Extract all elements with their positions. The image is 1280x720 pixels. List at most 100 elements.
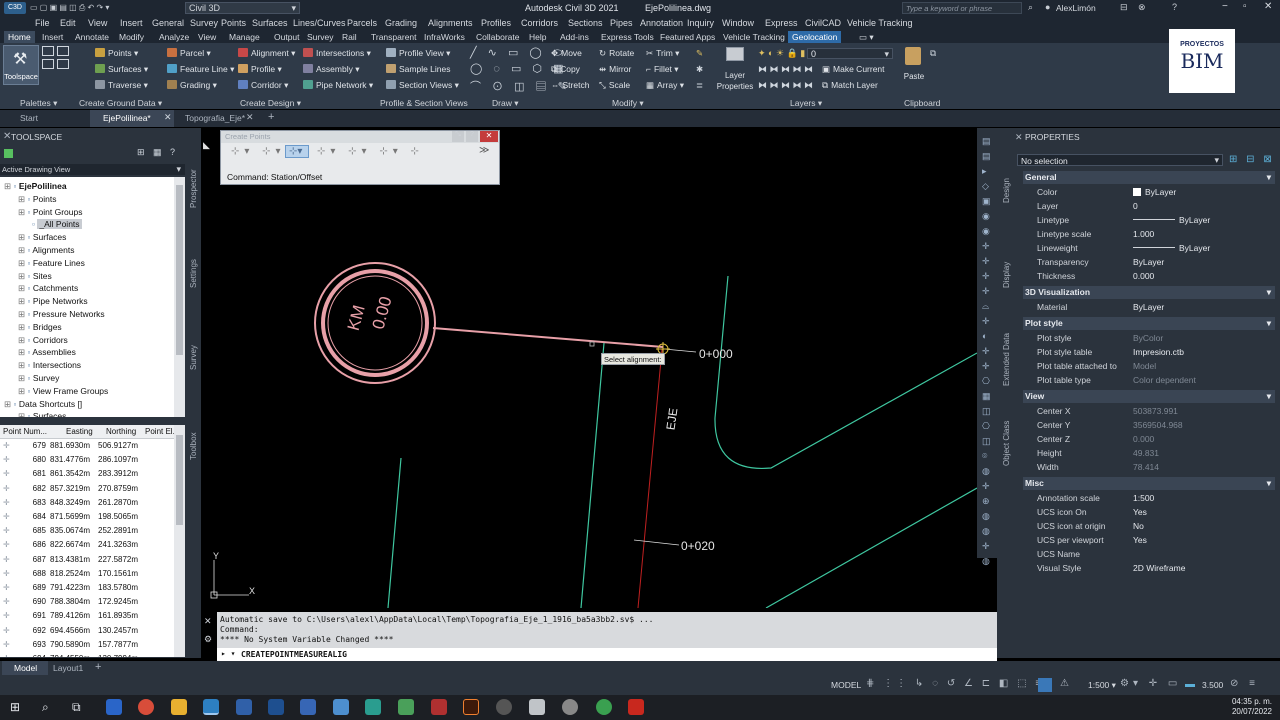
tab-annotate[interactable]: Annotate: [71, 31, 113, 43]
elevation-value[interactable]: 3.500: [1202, 680, 1223, 690]
menu-alignments[interactable]: Alignments: [428, 18, 473, 28]
table-row[interactable]: ✛ 680 831.4776m 286.1097m: [0, 453, 174, 467]
menu-corridors[interactable]: Corridors: [521, 18, 558, 28]
illustrator-app-icon[interactable]: [463, 699, 479, 715]
user-name[interactable]: AlexLimón: [1056, 3, 1096, 13]
draw-group[interactable]: Draw ▾: [492, 98, 518, 109]
menu-parcels[interactable]: Parcels: [347, 18, 377, 28]
match-layer-button[interactable]: ⧉ Match Layer: [822, 80, 878, 91]
tree-item[interactable]: ⊞ ▫ Pressure Networks: [18, 308, 105, 321]
property-row[interactable]: UCS Name: [1023, 547, 1275, 561]
tab-infraworks[interactable]: InfraWorks: [420, 31, 469, 43]
tree-item[interactable]: ⊞ ▫ Alignments: [18, 244, 74, 257]
chevron-down-icon[interactable]: ▾: [1267, 171, 1271, 184]
profile-button[interactable]: Profile ▾: [238, 64, 282, 75]
profile-view-button[interactable]: Profile View ▾: [386, 48, 450, 59]
menu-surfaces[interactable]: Surfaces: [252, 18, 288, 28]
layer-properties-button[interactable]: Layer Properties: [717, 45, 753, 91]
table-row[interactable]: ✛ 686 822.6674m 241.3263m: [0, 538, 174, 552]
table-row[interactable]: ✛ 688 818.2524m 170.1561m: [0, 567, 174, 581]
property-row[interactable]: Height 49.831: [1023, 446, 1275, 460]
tab-toolbox[interactable]: Toolbox: [189, 432, 198, 460]
property-row[interactable]: Plot table attached to Model: [1023, 359, 1275, 373]
ground-data-group[interactable]: Create Ground Data ▾: [79, 98, 162, 109]
tab-topografia[interactable]: Topografia_Eje*: [185, 113, 245, 123]
navisworks-app-icon[interactable]: [268, 699, 284, 715]
recap-app-icon[interactable]: [300, 699, 316, 715]
paste-button[interactable]: Paste: [900, 45, 928, 87]
table-row[interactable]: ✛ 691 789.4126m 161.8935m: [0, 609, 174, 623]
tab-display[interactable]: Display: [1002, 262, 1011, 288]
offset-icon[interactable]: ≣: [696, 80, 703, 91]
expand-icon[interactable]: ≫: [479, 145, 489, 156]
app-icon[interactable]: [529, 699, 545, 715]
search-icon[interactable]: ⌕: [1028, 2, 1033, 13]
pipe-network-button[interactable]: Pipe Network ▾: [303, 80, 373, 91]
design-group[interactable]: Create Design ▾: [240, 98, 301, 109]
table-row[interactable]: ✛ 683 848.3249m 261.2870m: [0, 496, 174, 510]
tree-item[interactable]: ⊞ ▫ Feature Lines: [18, 257, 85, 270]
selection-dropdown[interactable]: No selection ▾: [1017, 154, 1223, 166]
menu-profiles[interactable]: Profiles: [481, 18, 511, 28]
point-creation-tools-2[interactable]: ⊹▾ ⊹▾ ⊹▾ ⊹: [317, 146, 424, 157]
tab-insert[interactable]: Insert: [38, 31, 67, 43]
menu-points[interactable]: Points: [221, 18, 246, 28]
tab-survey[interactable]: Survey: [303, 31, 337, 43]
column-header[interactable]: Point Num...: [3, 427, 47, 436]
section-views-button[interactable]: Section Views ▾: [386, 80, 459, 91]
tab-rail[interactable]: Rail: [338, 31, 361, 43]
property-row[interactable]: Width 78.414: [1023, 460, 1275, 474]
column-header[interactable]: Easting: [66, 427, 93, 436]
edit-pencil-icon[interactable]: ✎: [696, 48, 703, 59]
cart-icon[interactable]: ⊟: [1120, 2, 1128, 13]
modify-group[interactable]: Modify ▾: [612, 98, 644, 109]
property-row[interactable]: Center X 503873.991: [1023, 404, 1275, 418]
tab-analyze[interactable]: Analyze: [155, 31, 193, 43]
menu-edit[interactable]: Edit: [60, 18, 76, 28]
tree-item[interactable]: ⊞ ▫ EjePolilinea: [4, 180, 67, 193]
tree-item[interactable]: ⊞ ▫ Intersections: [18, 359, 81, 372]
ribbon-options-icon[interactable]: ▭ ▾: [855, 31, 878, 43]
tab-layout1[interactable]: Layout1: [53, 663, 83, 673]
create-points-titlebar[interactable]: Create Points ⤡ ? ✕: [221, 131, 499, 143]
table-row[interactable]: ✛ 687 813.4381m 227.5872m: [0, 553, 174, 567]
column-header[interactable]: Northing: [106, 427, 136, 436]
menu-annotation[interactable]: Annotation: [640, 18, 683, 28]
close-icon[interactable]: ✕: [164, 112, 172, 123]
menu-inquiry[interactable]: Inquiry: [687, 18, 714, 28]
tab-ejepolilinea[interactable]: EjePolilinea* ✕: [90, 110, 174, 127]
command-input[interactable]: ▸ ▾ CREATEPOINTMEASUREALIG: [217, 648, 997, 661]
tab-view[interactable]: View: [194, 31, 220, 43]
quick-select-icons[interactable]: ⊞ ⊟ ⊠: [1229, 154, 1275, 165]
menu-pipes[interactable]: Pipes: [610, 18, 633, 28]
annotation-scale[interactable]: 1:500 ▾: [1088, 680, 1116, 691]
maximize-button[interactable]: ▫: [1243, 1, 1247, 12]
table-row[interactable]: ✛ 690 788.3804m 172.9245m: [0, 595, 174, 609]
alignment-points-tool[interactable]: ⊹▾: [285, 145, 309, 158]
menu-file[interactable]: File: [35, 18, 50, 28]
table-row[interactable]: ✛ 684 871.5699m 198.5065m: [0, 510, 174, 524]
excel-app-icon[interactable]: [398, 699, 414, 715]
chrome-app-icon[interactable]: [138, 699, 154, 715]
table-row[interactable]: ✛ 681 861.3542m 283.3912m: [0, 467, 174, 481]
tab-modify[interactable]: Modify: [115, 31, 148, 43]
status-tools[interactable]: ⊘ ≡: [1230, 678, 1259, 689]
help-icon[interactable]: ?: [466, 131, 478, 142]
layer-tools-row3[interactable]: ⧓ ⧓ ⧓ ⧓ ⧓: [758, 80, 813, 91]
property-row[interactable]: Transparency ByLayer: [1023, 255, 1275, 269]
workspace-dropdown[interactable]: Civil 3D ▾: [185, 2, 300, 14]
infraworks-app-icon[interactable]: [365, 699, 381, 715]
layers-group[interactable]: Layers ▾: [790, 98, 822, 109]
tab-output[interactable]: Output: [270, 31, 304, 43]
explode-icon[interactable]: ✱: [696, 64, 703, 75]
property-row[interactable]: Color ByLayer: [1023, 185, 1275, 199]
property-row[interactable]: Center Y 3569504.968: [1023, 418, 1275, 432]
tree-item[interactable]: ⊞ ▫ Corridors: [18, 334, 68, 347]
minimize-button[interactable]: ⤡: [452, 131, 464, 142]
stretch-button[interactable]: ⇔ Stretch: [551, 80, 589, 90]
tree-item[interactable]: ⊞ ▫ Catchments: [18, 282, 78, 295]
tab-featured-apps[interactable]: Featured Apps: [656, 31, 719, 43]
tree-item[interactable]: ⊞ ▫ Pipe Networks: [18, 295, 88, 308]
create-points-toolbar[interactable]: Create Points ⤡ ? ✕ ⊹▾ ⊹▾ ⊹▾ ⊹▾ ⊹▾ ⊹▾ ⊹ …: [220, 130, 500, 185]
menu-window[interactable]: Window: [722, 18, 754, 28]
